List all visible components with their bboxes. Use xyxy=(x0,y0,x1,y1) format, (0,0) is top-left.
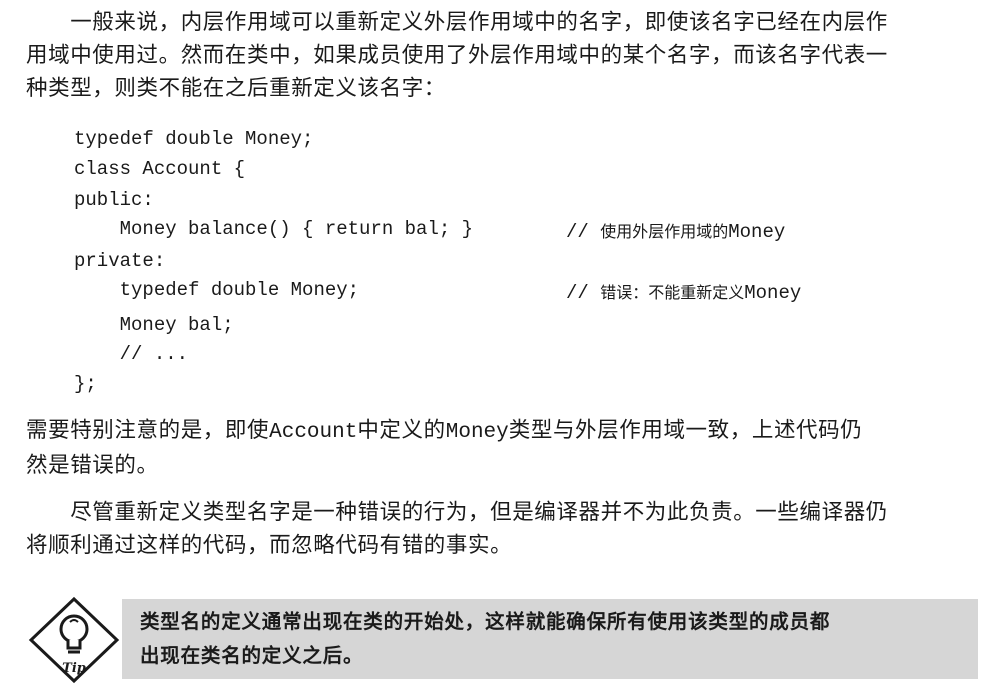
code-comment: // 使用外层作用域的Money xyxy=(566,218,785,243)
paragraph-note: 需要特别注意的是，即使Account中定义的Money类型与外层作用域一致，上述… xyxy=(26,414,976,482)
comment-marker: // xyxy=(566,282,601,304)
code-line: }; xyxy=(74,373,97,395)
paragraph-line: 用域中使用过。然而在类中，如果成员使用了外层作用域中的某个名字，而该名字代表一 xyxy=(26,43,888,68)
code-line: private: xyxy=(74,250,166,272)
paragraph-line: 一般来说，内层作用域可以重新定义外层作用域中的名字，即使该名字已经在内层作 xyxy=(26,10,888,35)
code-line: Money balance() { return bal; } xyxy=(74,218,474,240)
paragraph-text: 中定义的 xyxy=(357,418,446,443)
tip-line: 类型名的定义通常出现在类的开始处，这样就能确保所有使用该类型的成员都 xyxy=(140,610,831,633)
paragraph-intro: 一般来说，内层作用域可以重新定义外层作用域中的名字，即使该名字已经在内层作 用域… xyxy=(26,6,976,105)
code-line: typedef double Money; xyxy=(74,279,360,301)
paragraph-compiler: 尽管重新定义类型名字是一种错误的行为，但是编译器并不为此负责。一些编译器仍 将顺… xyxy=(26,496,976,562)
code-line: public: xyxy=(74,189,154,211)
paragraph-line: 尽管重新定义类型名字是一种错误的行为，但是编译器并不为此负责。一些编译器仍 xyxy=(26,500,888,525)
paragraph-text: 类型与外层作用域一致，上述代码仍 xyxy=(508,418,863,443)
code-line: Money bal; xyxy=(74,314,234,336)
inline-code: Account xyxy=(269,421,358,444)
paragraph-line: 然是错误的。 xyxy=(26,453,159,478)
book-page: 一般来说，内层作用域可以重新定义外层作用域中的名字，即使该名字已经在内层作 用域… xyxy=(0,0,995,687)
tip-callout: 类型名的定义通常出现在类的开始处，这样就能确保所有使用该类型的成员都 出现在类名… xyxy=(122,599,978,679)
code-line: // ... xyxy=(74,343,189,365)
code-comment: // 错误：不能重新定义Money xyxy=(566,279,801,304)
tip-icon-label: Tip xyxy=(62,661,86,676)
code-line: class Account { xyxy=(74,158,246,180)
tip-text: 类型名的定义通常出现在类的开始处，这样就能确保所有使用该类型的成员都 出现在类名… xyxy=(140,605,830,673)
tip-line: 出现在类名的定义之后。 xyxy=(140,644,364,667)
comment-marker: // xyxy=(566,221,601,243)
paragraph-line: 需要特别注意的是，即使Account中定义的Money类型与外层作用域一致，上述… xyxy=(26,414,976,449)
inline-code: Money xyxy=(445,421,509,444)
comment-text: 使用外层作用域的 xyxy=(600,222,729,241)
paragraph-text: 需要特别注意的是，即使 xyxy=(26,418,270,443)
comment-identifier: Money xyxy=(744,282,802,304)
paragraph-line: 种类型，则类不能在之后重新定义该名字： xyxy=(26,76,446,101)
comment-text: 错误：不能重新定义 xyxy=(600,283,745,302)
tip-lightbulb-icon: Tip xyxy=(28,596,120,684)
paragraph-line: 将顺利通过这样的代码，而忽略代码有错的事实。 xyxy=(26,533,513,558)
comment-identifier: Money xyxy=(728,221,786,243)
code-line: typedef double Money; xyxy=(74,128,314,150)
